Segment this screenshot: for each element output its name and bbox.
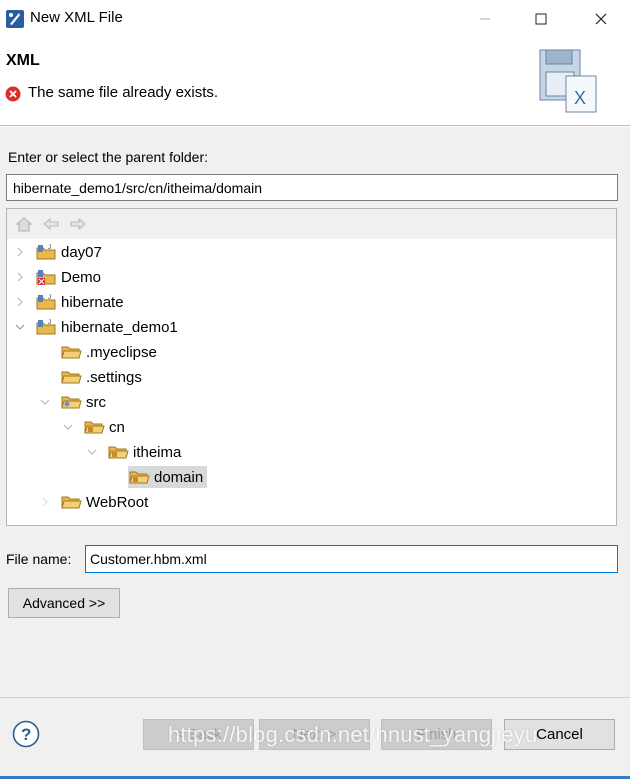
forward-arrow-icon[interactable] xyxy=(69,216,87,232)
advanced-button[interactable]: Advanced >> xyxy=(8,588,120,618)
svg-text:J: J xyxy=(48,245,51,251)
chevron-right-icon[interactable] xyxy=(15,247,25,257)
watermark: https://blog.csdn.net/hnust_yangjieyu xyxy=(168,722,538,747)
java-project-icon: J xyxy=(36,245,56,260)
parent-folder-label: Enter or select the parent folder: xyxy=(8,149,208,165)
tree-item[interactable]: J hibernate xyxy=(15,291,124,313)
tree-item-selected[interactable]: domain xyxy=(128,466,208,488)
folder-icon xyxy=(61,371,82,384)
chevron-down-icon[interactable] xyxy=(63,422,73,432)
tree-item[interactable]: J day07 xyxy=(15,241,102,263)
source-folder-icon xyxy=(61,396,82,409)
chevron-down-icon[interactable] xyxy=(15,322,25,332)
tree-toolbar xyxy=(7,209,616,239)
tree-item-label: itheima xyxy=(133,443,182,461)
tree-item[interactable]: itheima xyxy=(87,441,181,463)
error-message: The same file already exists. xyxy=(28,84,219,101)
tree-item-label: hibernate_demo1 xyxy=(61,318,178,336)
chevron-right-icon[interactable] xyxy=(15,297,25,307)
maximize-icon xyxy=(535,13,547,25)
tree-item-label: .settings xyxy=(86,368,142,386)
tree-item[interactable]: .settings xyxy=(60,366,142,388)
file-name-label: File name: xyxy=(6,551,72,567)
java-project-icon: J xyxy=(36,320,56,335)
tree-item[interactable]: Demo xyxy=(15,266,101,288)
tree-item-label: day07 xyxy=(61,243,102,261)
folder-icon xyxy=(61,346,82,359)
tree-item[interactable]: .myeclipse xyxy=(60,341,157,363)
maximize-button[interactable] xyxy=(518,0,564,38)
wizard-banner: XML The same file already exists. X xyxy=(0,38,630,126)
package-folder-icon xyxy=(129,471,150,484)
home-icon[interactable] xyxy=(15,216,33,232)
svg-text:J: J xyxy=(48,295,51,301)
folder-tree[interactable]: J day07 Demo J hibernate J hibernate_dem… xyxy=(6,208,617,526)
myeclipse-app-icon xyxy=(6,10,24,28)
package-folder-icon xyxy=(108,446,129,459)
package-folder-icon xyxy=(84,421,105,434)
title-bar: New XML File xyxy=(0,0,630,38)
tree-item-label: .myeclipse xyxy=(86,343,157,361)
tree-item-label: src xyxy=(86,393,106,411)
parent-folder-input[interactable] xyxy=(6,174,618,201)
svg-text:X: X xyxy=(574,88,586,108)
tree-item-label: WebRoot xyxy=(86,493,149,511)
java-project-error-icon xyxy=(36,270,56,285)
wizard-content: Enter or select the parent folder: J day… xyxy=(0,127,630,697)
window-title: New XML File xyxy=(30,9,123,26)
chevron-down-icon[interactable] xyxy=(87,447,97,457)
tree-item[interactable]: J hibernate_demo1 xyxy=(15,316,178,338)
svg-text:?: ? xyxy=(21,725,31,744)
tree-item[interactable]: cn xyxy=(63,416,125,438)
file-name-input[interactable] xyxy=(85,545,618,573)
error-icon xyxy=(5,86,21,102)
java-project-icon: J xyxy=(36,295,56,310)
tree-item-label: domain xyxy=(154,468,204,486)
wizard-title: XML xyxy=(6,52,40,69)
chevron-down-icon[interactable] xyxy=(40,397,50,407)
svg-text:J: J xyxy=(48,320,51,326)
chevron-right-icon[interactable] xyxy=(40,497,50,507)
tree-item-label: Demo xyxy=(61,268,102,286)
close-icon xyxy=(595,13,607,25)
tree-item[interactable]: WebRoot xyxy=(40,491,148,513)
xml-file-wizard-icon: X xyxy=(539,49,597,113)
tree-item-label: cn xyxy=(109,418,125,436)
close-button[interactable] xyxy=(578,0,624,38)
help-icon[interactable]: ? xyxy=(12,720,40,748)
minimize-icon xyxy=(480,18,490,20)
back-arrow-icon[interactable] xyxy=(42,216,60,232)
tree-item-label: hibernate xyxy=(61,293,124,311)
tree-item[interactable]: src xyxy=(40,391,106,413)
chevron-right-icon[interactable] xyxy=(15,272,25,282)
folder-icon xyxy=(61,496,82,509)
minimize-button[interactable] xyxy=(462,0,508,38)
